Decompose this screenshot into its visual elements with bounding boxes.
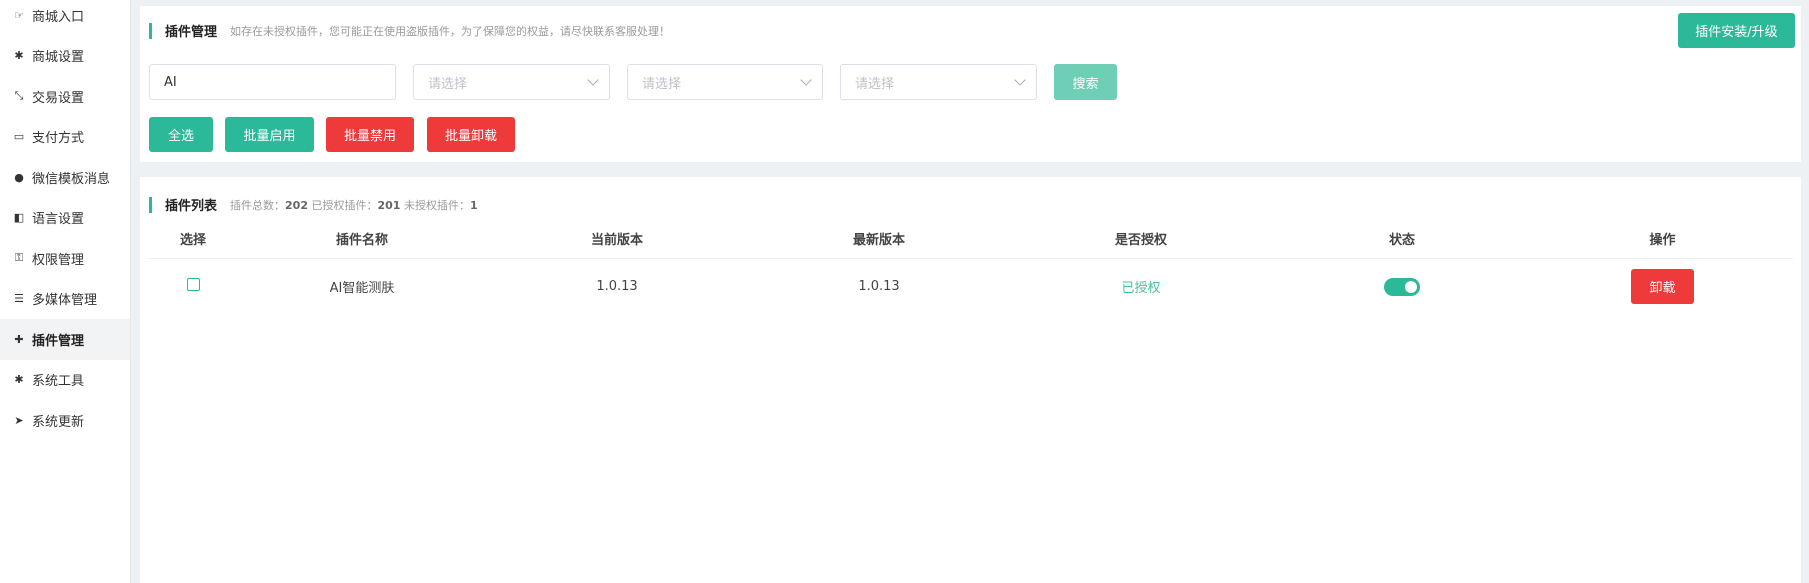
plugin-list-header: 插件列表 插件总数：202 已授权插件：201 未授权插件：1 [149, 195, 478, 214]
chevron-down-icon [1014, 74, 1026, 86]
install-upgrade-button[interactable]: 插件安装/升级 [1678, 13, 1795, 48]
section-accent-bar [149, 196, 152, 213]
sidebar-item-media[interactable]: ☰ 多媒体管理 [0, 279, 130, 320]
column-header-name: 插件名称 [335, 233, 388, 248]
status-toggle[interactable] [1384, 278, 1420, 296]
gear-icon: ✱ [14, 373, 24, 387]
total-label: 插件总数： [230, 198, 286, 212]
uninstall-button[interactable]: 卸载 [1631, 268, 1694, 304]
batch-enable-button[interactable]: 批量启用 [225, 117, 314, 152]
column-header-select: 选择 [179, 233, 206, 248]
batch-disable-button[interactable]: 批量禁用 [326, 117, 414, 152]
filter-select-1[interactable]: 请选择 [413, 64, 610, 100]
sidebar-item-label: 插件管理 [32, 333, 85, 349]
credit-card-icon: ▭ [13, 130, 25, 144]
page-title: 插件管理 [165, 25, 218, 40]
latest-version: 1.0.13 [858, 278, 900, 294]
chevron-down-icon [587, 74, 599, 86]
key-icon: ⚿ [14, 251, 24, 265]
sidebar-item-label: 商城入口 [32, 9, 85, 25]
table-row: AI智能测肤 1.0.13 1.0.13 已授权 卸载 [148, 260, 1793, 312]
sidebar-item-label: 多媒体管理 [32, 293, 98, 309]
piracy-warning-tip: 如存在未授权插件，您可能正在使用盗版插件，为了保障您的权益，请尽快联系客服处理！ [230, 24, 671, 38]
column-header-status: 状态 [1388, 233, 1415, 248]
column-header-actions: 操作 [1649, 233, 1676, 248]
plugin-management-header: 插件管理 如存在未授权插件，您可能正在使用盗版插件，为了保障您的权益，请尽快联系… [149, 21, 670, 40]
actions-cell: 卸载 [1532, 260, 1793, 312]
sidebar-item-language[interactable]: ◧ 语言设置 [0, 198, 130, 239]
sidebar-item-system-tools[interactable]: ✱ 系统工具 [0, 360, 130, 401]
filter-select-2[interactable]: 请选择 [627, 64, 823, 100]
filter-select-3[interactable]: 请选择 [840, 64, 1037, 100]
authorized-count: 201 [377, 198, 401, 212]
puzzle-icon: ✚ [14, 332, 24, 346]
paper-plane-icon: ➤ [14, 413, 24, 427]
batch-uninstall-button[interactable]: 批量卸载 [427, 117, 515, 152]
column-header-latest-version: 最新版本 [852, 233, 905, 248]
authorized-label: 已授权插件： [311, 198, 378, 212]
section-accent-bar [149, 22, 152, 39]
column-header-current-version: 当前版本 [590, 233, 643, 248]
wechat-icon: ● [14, 170, 24, 184]
sidebar-item-label: 支付方式 [32, 131, 85, 147]
sidebar-item-label: 商城设置 [32, 50, 85, 66]
unauthorized-label: 未授权插件： [403, 198, 470, 212]
sidebar-item-label: 语言设置 [32, 212, 85, 228]
unauthorized-count: 1 [469, 198, 478, 212]
sidebar-item-label: 系统更新 [32, 414, 85, 430]
sidebar-item-permissions[interactable]: ⚿ 权限管理 [0, 238, 130, 279]
plugin-name: AI智能测肤 [329, 280, 395, 296]
table-header: 选择 插件名称 当前版本 最新版本 是否授权 状态 操作 [148, 219, 1793, 259]
sidebar-item-wechat-template[interactable]: ● 微信模板消息 [0, 157, 130, 198]
sidebar-item-mall-settings[interactable]: ✱ 商城设置 [0, 36, 130, 77]
sidebar-item-label: 系统工具 [32, 374, 85, 390]
gear-icon: ✱ [14, 49, 24, 63]
current-version: 1.0.13 [596, 278, 638, 294]
transfer-icon: ⤡ [14, 89, 24, 103]
select-placeholder: 请选择 [428, 76, 468, 92]
column-header-authorized: 是否授权 [1114, 233, 1167, 248]
select-all-button[interactable]: 全选 [149, 117, 213, 152]
plugin-list-title: 插件列表 [165, 199, 218, 214]
select-placeholder: 请选择 [642, 76, 682, 92]
sidebar: ☞ 商城入口 ✱ 商城设置 ⤡ 交易设置 ▭ 支付方式 ● 微信模板消息 ◧ 语… [0, 0, 131, 583]
keyword-search-input[interactable]: AI [149, 64, 396, 100]
total-count: 202 [285, 198, 308, 212]
hand-point-icon: ☞ [14, 8, 24, 22]
sidebar-item-label: 权限管理 [32, 252, 85, 268]
select-placeholder: 请选择 [855, 76, 895, 92]
list-icon: ☰ [14, 292, 24, 306]
sidebar-item-label: 微信模板消息 [32, 171, 111, 187]
sidebar-item-system-update[interactable]: ➤ 系统更新 [0, 400, 130, 441]
toggle-knob [1405, 281, 1417, 293]
search-button[interactable]: 搜索 [1054, 64, 1117, 100]
chevron-down-icon [800, 74, 812, 86]
sidebar-item-plugins[interactable]: ✚ 插件管理 [0, 319, 130, 360]
sidebar-item-label: 交易设置 [32, 90, 85, 106]
plugin-list-panel: 插件列表 插件总数：202 已授权插件：201 未授权插件：1 选择 插件名称 … [140, 177, 1801, 583]
plugin-summary: 插件总数：202 已授权插件：201 未授权插件：1 [230, 197, 478, 213]
sidebar-item-mall-entry[interactable]: ☞ 商城入口 [0, 0, 130, 36]
row-select-cell [148, 260, 238, 312]
row-checkbox[interactable] [186, 277, 200, 291]
sidebar-item-payment[interactable]: ▭ 支付方式 [0, 117, 130, 158]
sidebar-item-trade-settings[interactable]: ⤡ 交易设置 [0, 76, 130, 117]
status-cell [1272, 260, 1532, 312]
auth-status: 已授权 [1121, 280, 1161, 296]
plugin-management-panel: 插件管理 如存在未授权插件，您可能正在使用盗版插件，为了保障您的权益，请尽快联系… [140, 6, 1801, 162]
language-icon: ◧ [13, 211, 25, 225]
